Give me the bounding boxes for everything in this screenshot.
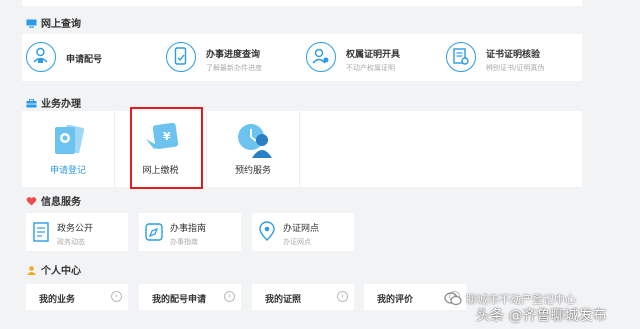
personal-item-label: 我的证照	[265, 295, 302, 305]
info-item-service-points[interactable]: 办证网点 办证网点	[252, 213, 354, 251]
section-business: 业务办理	[26, 95, 81, 110]
query-item-certificate-verify[interactable]: 证书证明核验 辨别证书/证明真伪	[446, 38, 576, 78]
wechat-icon	[444, 291, 462, 306]
tile-apply-registration[interactable]: 申请登记	[22, 111, 115, 187]
location-pin-icon	[257, 221, 277, 243]
query-item-ownership-proof[interactable]: 权属证明开具 不动产权属证明	[306, 38, 436, 78]
briefcase-icon	[26, 98, 37, 108]
document-icon	[32, 222, 50, 242]
monitor-icon	[26, 19, 37, 28]
tile-appointment[interactable]: 预约服务	[207, 111, 300, 187]
section-title: 信息服务	[41, 197, 81, 208]
top-strip	[22, 0, 582, 6]
query-item-subtitle: 不动产权属证明	[346, 64, 395, 72]
registration-cards-icon	[50, 123, 88, 157]
certificate-verify-icon	[446, 42, 476, 72]
person-icon	[26, 266, 37, 275]
info-item-title: 办证网点	[283, 224, 320, 234]
info-item-subtitle: 政务动态	[57, 238, 85, 246]
business-panel: 申请登记 ¥ 网上缴税 预约服务	[22, 111, 582, 187]
query-item-subtitle: 了解最新办件进度	[206, 64, 262, 72]
phone-progress-icon	[166, 42, 196, 72]
info-item-guide[interactable]: 办事指南 办事指南	[139, 213, 241, 251]
query-panel: 申请配号 办事进度查询 了解最新办件进度 权属证明开具 不动产权属证明 证书证明…	[22, 34, 582, 81]
section-personal: 个人中心	[26, 262, 81, 277]
tile-label: 申请登记	[49, 166, 86, 176]
section-online-query: 网上查询	[26, 15, 81, 30]
appointment-person-icon	[237, 121, 273, 159]
tile-label: 预约服务	[234, 166, 271, 176]
query-item-title: 权属证明开具	[346, 50, 401, 60]
info-item-subtitle: 办证网点	[283, 238, 311, 246]
highlight-box	[130, 107, 203, 189]
personal-item-my-business[interactable]: 我的业务 ›	[26, 284, 128, 310]
chevron-right-icon: ›	[337, 291, 348, 302]
query-item-apply-number[interactable]: 申请配号	[26, 38, 156, 78]
personal-item-label: 我的评价	[377, 295, 414, 305]
personal-item-label: 我的业务	[39, 295, 76, 305]
info-item-title: 办事指南	[170, 224, 207, 234]
query-item-title: 办事进度查询	[206, 50, 261, 60]
chevron-right-icon: ›	[224, 291, 235, 302]
personal-item-my-number-application[interactable]: 我的配号申请 ›	[139, 284, 241, 310]
section-info: 信息服务	[26, 193, 81, 208]
info-item-subtitle: 办事指南	[170, 238, 198, 246]
user-badge-icon	[26, 42, 56, 72]
personal-item-my-certificates[interactable]: 我的证照 ›	[252, 284, 354, 310]
query-item-subtitle: 辨别证书/证明真伪	[486, 64, 545, 72]
watermark-caption: 头条 @齐鲁聊城发布	[476, 308, 607, 324]
section-title: 网上查询	[41, 19, 81, 30]
query-item-title: 证书证明核验	[486, 50, 541, 60]
section-title: 个人中心	[41, 266, 81, 277]
personal-item-label: 我的配号申请	[152, 295, 207, 305]
info-item-title: 政务公开	[57, 224, 94, 234]
query-item-progress[interactable]: 办事进度查询 了解最新办件进度	[166, 38, 296, 78]
info-item-public-affairs[interactable]: 政务公开 政务动态	[26, 213, 128, 251]
query-item-title: 申请配号	[66, 55, 103, 65]
person-certificate-icon	[306, 42, 336, 72]
compass-icon	[144, 222, 164, 242]
section-title: 业务办理	[41, 99, 81, 110]
chevron-right-icon: ›	[111, 291, 122, 302]
heart-person-icon	[26, 197, 37, 206]
